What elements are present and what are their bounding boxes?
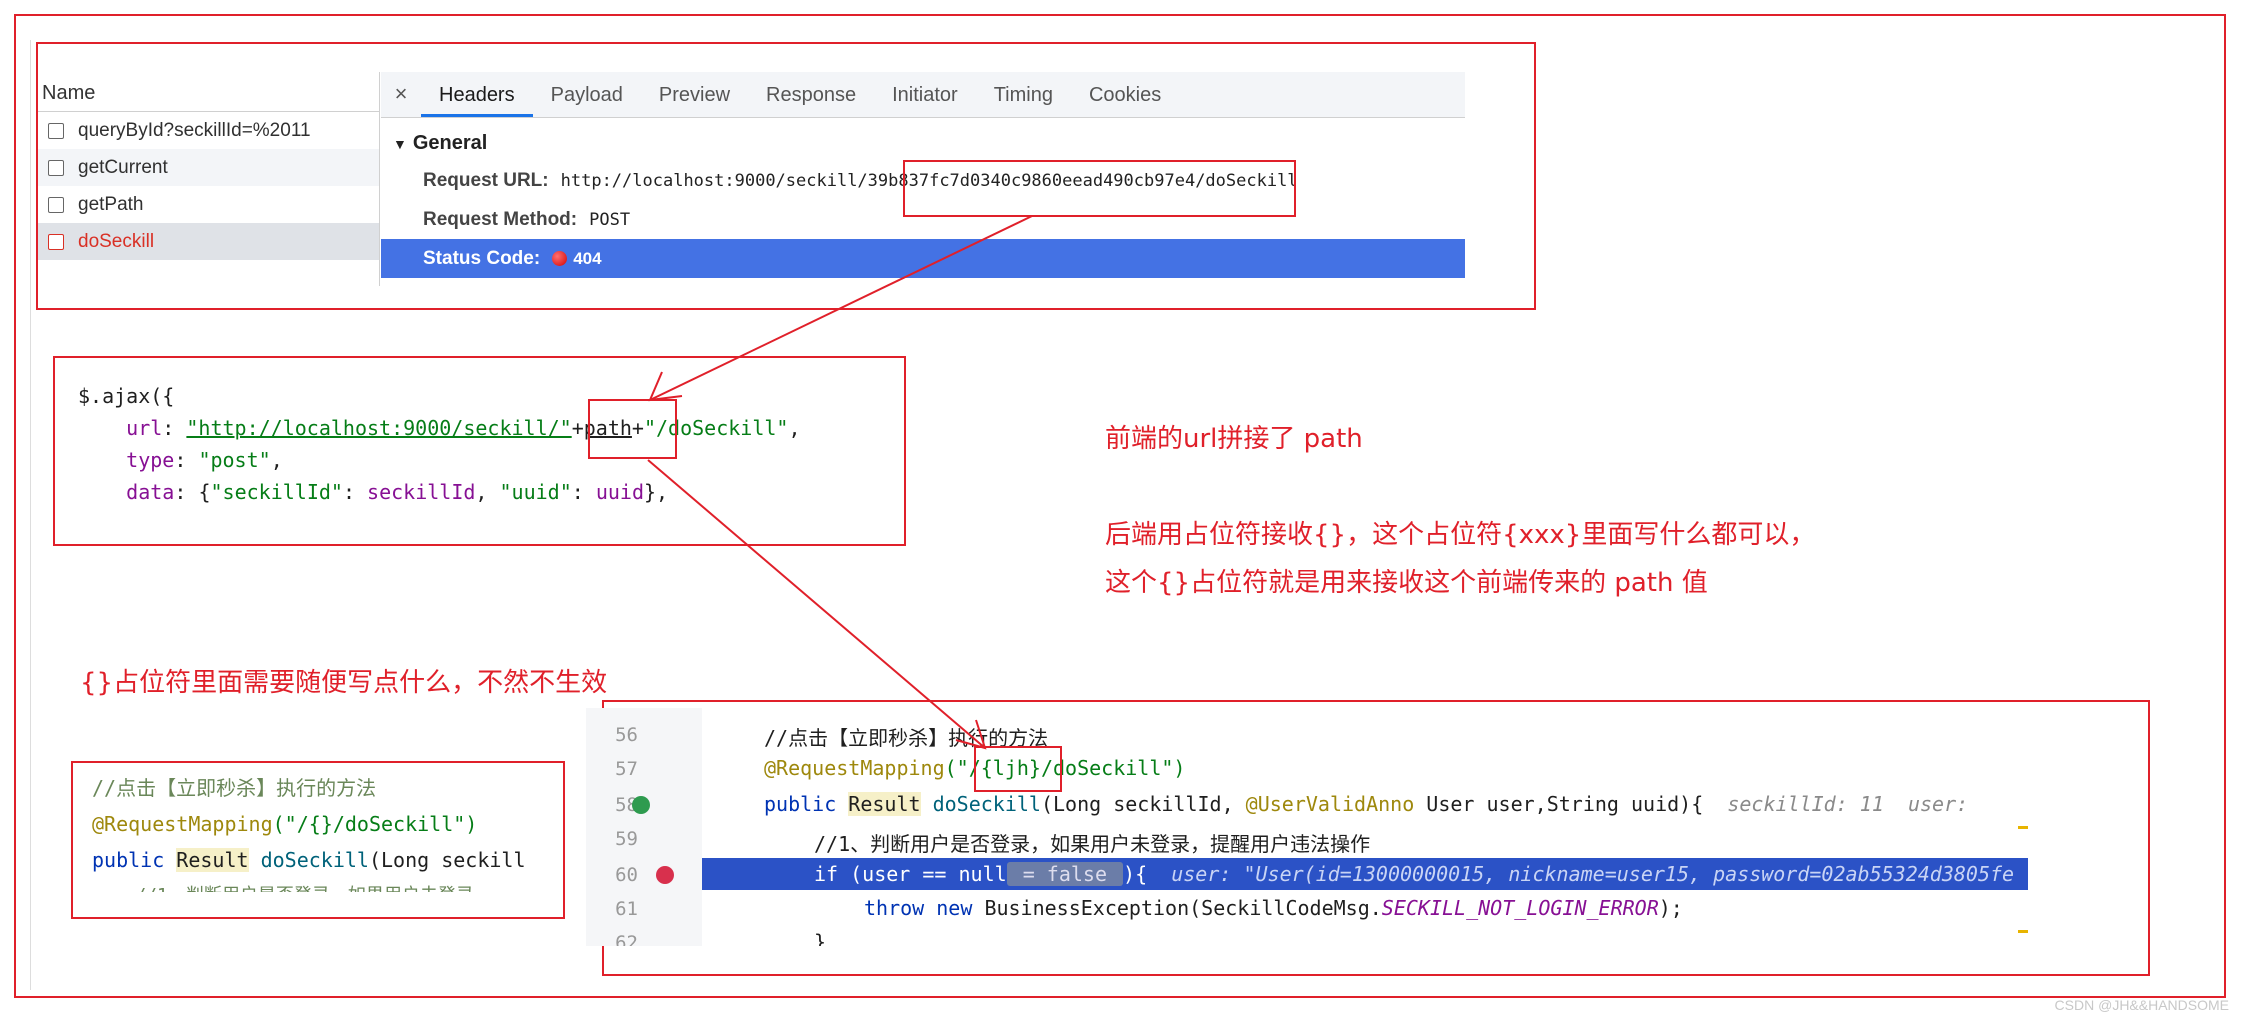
code-line: url: "http://localhost:9000/seckill/"+pa… (126, 416, 801, 440)
url-path-highlight-box (903, 160, 1296, 217)
line-number: 61 (615, 898, 638, 920)
code-line: $.ajax({ (78, 384, 878, 416)
type-value: "post" (198, 448, 271, 472)
ajax-call: $.ajax({ (78, 384, 175, 408)
ide-editor: 56 57 58 59 60 61 62 //点击【立即秒杀】执行的方法 @Re… (586, 708, 2028, 946)
brace: ){ (1123, 862, 1148, 886)
devtools-highlight-box (36, 42, 1536, 310)
code-line: @RequestMapping("/{}/doSeckill") (92, 806, 547, 842)
url-key: url (126, 416, 163, 440)
data-value-seckillid: seckillId (367, 480, 476, 504)
line-number: 57 (615, 758, 638, 780)
code-line: if (user == null = false ){ user: "User(… (814, 862, 2014, 886)
watermark: CSDN @JH&&HANDSOME (2054, 997, 2229, 1013)
params: (Long seckill (368, 848, 526, 872)
path-highlight-box (588, 399, 677, 459)
annotation: @RequestMapping (764, 756, 945, 780)
keyword: public (92, 848, 165, 872)
semicolon: ); (1658, 896, 1683, 920)
code-comment: //点击【立即秒杀】执行的方法 (92, 776, 377, 800)
keyword: throw (864, 896, 925, 920)
ajax-code-block: $.ajax({ url: "http://localhost:9000/sec… (78, 384, 878, 534)
debug-inline-value: seckillId: 11 user: (1727, 792, 1969, 816)
data-key-seckillid: "seckillId" (210, 480, 343, 504)
method-name: doSeckill (260, 848, 369, 872)
code-line: public Result doSeckill(Long seckillId, … (764, 792, 1968, 816)
comma: , (788, 416, 801, 440)
constant: SECKILL_NOT_LOGIN_ERROR (1381, 896, 1659, 920)
if-statement: if (user == null (814, 862, 1007, 886)
brace: }, (644, 480, 669, 504)
code-comment: //1、判断用户是否登录，如果用户未登录 (92, 878, 547, 892)
annotation: @RequestMapping (92, 812, 273, 836)
note-placeholder-needs-content: {}占位符里面需要随便写点什么，不然不生效 (80, 668, 608, 698)
code-line: } (814, 930, 827, 946)
code-line: public Result doSeckill(Long seckill (92, 842, 547, 878)
placeholder-highlight-box (974, 746, 1062, 792)
keyword: public (764, 792, 837, 816)
keyword: new (936, 896, 973, 920)
return-type: Result (176, 848, 249, 872)
breakpoint-icon[interactable] (656, 866, 674, 884)
params: User user,String uuid){ (1414, 792, 1704, 816)
note-frontend-url: 前端的url拼接了 path (1105, 424, 1363, 454)
data-key: data (126, 480, 175, 504)
small-code-snippet: //点击【立即秒杀】执行的方法 @RequestMapping("/{}/doS… (92, 770, 547, 892)
line-number: 60 (615, 864, 638, 886)
bean-run-icon[interactable] (632, 796, 650, 814)
return-type: Result (848, 792, 921, 816)
code-line: type: "post", (126, 448, 283, 472)
data-value-uuid: uuid (595, 480, 645, 504)
left-divider (30, 40, 31, 990)
inline-eval-chip: = false (1006, 862, 1124, 886)
plus-op: + (571, 416, 584, 440)
line-number: 62 (615, 932, 638, 946)
params: (Long seckillId, (1040, 792, 1246, 816)
data-key-uuid: "uuid" (499, 480, 572, 504)
code-line: data: {"seckillId": seckillId, "uuid": u… (126, 480, 669, 504)
brace: { (198, 480, 211, 504)
code-comment: //1、判断用户是否登录，如果用户未登录，提醒用户违法操作 (814, 832, 1371, 856)
line-number: 59 (615, 828, 638, 850)
method-name: doSeckill (932, 792, 1041, 816)
code-line: throw new BusinessException(SeckillCodeM… (864, 896, 1683, 920)
debug-inline-value: user: "User(id=13000000015, nickname=use… (1171, 862, 2015, 886)
warning-marker (2018, 826, 2028, 829)
warning-marker (2018, 930, 2028, 933)
url-string: "http://localhost:9000/seckill/" (186, 416, 572, 440)
type-key: type (126, 448, 175, 472)
note-placeholder-receives-path: 这个{}占位符就是用来接收这个前端传来的 path 值 (1105, 568, 1708, 598)
annotation: @UserValidAnno (1245, 792, 1415, 816)
string-part: /doSeckill") (1040, 756, 1186, 780)
note-backend-placeholder: 后端用占位符接收{}，这个占位符{xxx}里面写什么都可以， (1105, 520, 1816, 550)
mapping-string: ("/{}/doSeckill") (272, 812, 478, 836)
current-execution-line: if (user == null = false ){ user: "User(… (702, 858, 2028, 890)
line-number: 56 (615, 724, 638, 746)
exception-class: BusinessException(SeckillCodeMsg. (984, 896, 1382, 920)
